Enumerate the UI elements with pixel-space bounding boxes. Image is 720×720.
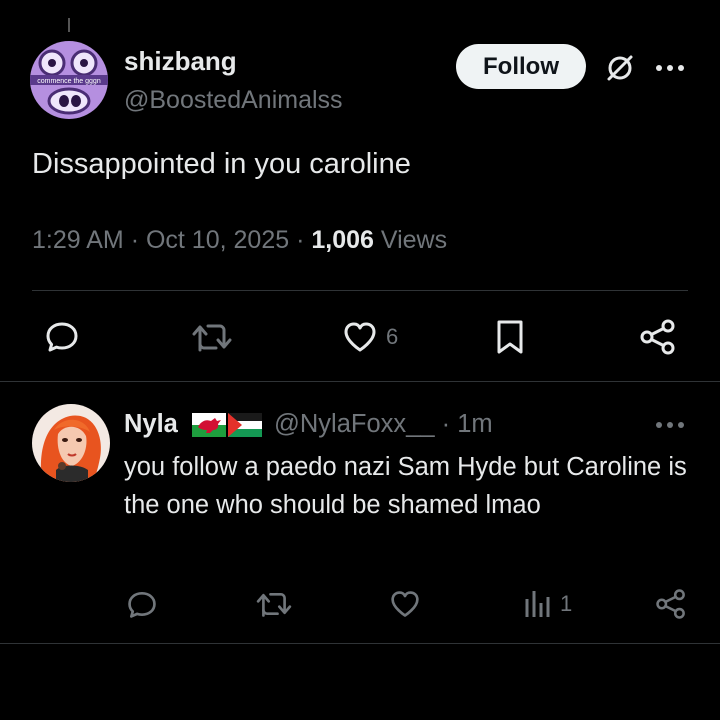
share-button[interactable] xyxy=(638,318,678,356)
tweet-time[interactable]: 1:29 AM xyxy=(32,226,124,254)
heart-icon xyxy=(344,322,376,352)
reply-bubble-icon xyxy=(128,592,156,618)
reply-reply-button[interactable] xyxy=(126,588,158,620)
views-count: 1,006 xyxy=(311,226,374,254)
divider xyxy=(32,290,688,291)
author-name[interactable]: shizbang xyxy=(124,46,237,77)
bookmark-icon xyxy=(497,320,523,354)
meta-separator: · xyxy=(296,226,305,254)
reply-time[interactable]: 1m xyxy=(457,410,492,438)
author-avatar[interactable]: commence the gggn xyxy=(30,41,108,119)
more-dots-icon[interactable] xyxy=(652,414,688,436)
views-label: Views xyxy=(380,226,448,254)
like-button[interactable]: 6 xyxy=(342,320,398,354)
grok-icon[interactable] xyxy=(602,50,638,86)
palestine-flag xyxy=(228,413,262,437)
heart-icon xyxy=(391,591,419,617)
share-icon xyxy=(656,589,685,619)
reply-retweet-button[interactable] xyxy=(255,589,293,619)
reply-button[interactable] xyxy=(44,318,80,354)
meta-separator: · xyxy=(130,226,140,254)
reply-views-count: 1 xyxy=(560,591,573,616)
divider xyxy=(0,643,720,644)
reply-author-handle[interactable]: @NylaFoxx__ xyxy=(274,410,435,438)
follow-button[interactable]: Follow xyxy=(456,44,586,89)
reply-avatar[interactable] xyxy=(32,404,110,482)
tweet-text: Dissappointed in you caroline xyxy=(32,148,411,180)
reply-share-button[interactable] xyxy=(654,588,688,620)
divider xyxy=(0,381,720,382)
share-icon xyxy=(640,319,675,355)
reply-bubble-icon xyxy=(46,322,78,352)
retweet-button[interactable] xyxy=(191,320,233,354)
reply-author-name[interactable]: Nyla xyxy=(124,410,178,439)
bookmark-button[interactable] xyxy=(494,318,526,356)
avatar-caption: commence the gggn xyxy=(37,78,101,85)
reply-like-button[interactable] xyxy=(389,589,421,619)
author-handle[interactable]: @BoostedAnimalss xyxy=(124,86,343,115)
more-dots-icon[interactable] xyxy=(652,54,688,82)
retweet-icon xyxy=(256,592,292,617)
wales-flag xyxy=(192,413,226,437)
analytics-icon xyxy=(525,591,550,617)
tweet-meta: 1:29 AM · Oct 10, 2025 · 1,006 Views xyxy=(32,226,447,255)
meta-separator: · xyxy=(441,410,451,438)
reply-views-button[interactable]: 1 xyxy=(524,589,572,619)
thread-line xyxy=(68,18,70,32)
tweet-date[interactable]: Oct 10, 2025 xyxy=(146,226,289,254)
reply-text: you follow a paedo nazi Sam Hyde but Car… xyxy=(124,453,687,519)
reply-flags xyxy=(192,413,262,437)
retweet-icon xyxy=(192,324,232,352)
reply-handle-row: @NylaFoxx__ · 1m xyxy=(274,410,493,439)
like-count: 6 xyxy=(386,324,399,349)
